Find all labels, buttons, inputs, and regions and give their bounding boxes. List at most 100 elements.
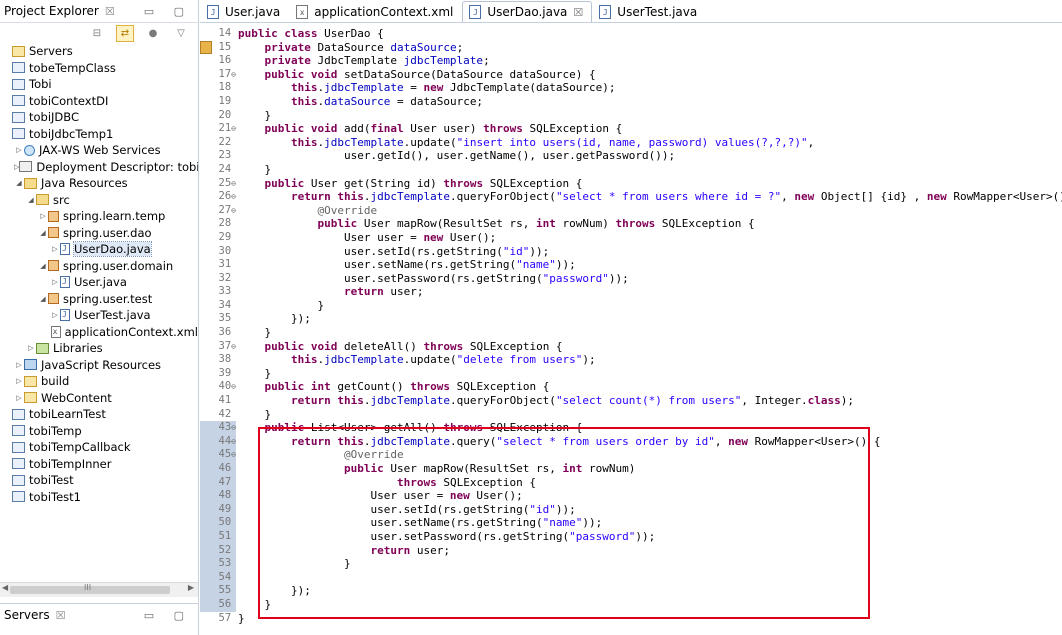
code-line[interactable]: 47 throws SQLException { bbox=[200, 475, 1062, 490]
tree-item[interactable]: ◢ spring.user.test bbox=[0, 291, 198, 308]
fold-toggle-icon[interactable]: ⊖ bbox=[231, 382, 236, 391]
code-line[interactable]: 50 user.setName(rs.getString("name")); bbox=[200, 516, 1062, 530]
tree-item[interactable]: ▷ WebContent bbox=[0, 390, 198, 407]
code-line[interactable]: 39 } bbox=[200, 367, 1062, 381]
code-line[interactable]: 33 return user; bbox=[200, 285, 1062, 299]
tree-item[interactable]: tobiTest bbox=[0, 472, 198, 489]
tree-item[interactable]: ◢ spring.user.domain bbox=[0, 258, 198, 275]
collapsed-arrow-icon[interactable]: ▷ bbox=[14, 361, 24, 369]
focus-icon[interactable]: ● bbox=[144, 25, 162, 42]
code-line[interactable]: 23 user.getId(), user.getName(), user.ge… bbox=[200, 149, 1062, 163]
code-line[interactable]: 51 user.setPassword(rs.getString("passwo… bbox=[200, 529, 1062, 544]
tree-item[interactable]: ▷ UserTest.java bbox=[0, 307, 198, 324]
tree-item[interactable]: ◢ src bbox=[0, 192, 198, 209]
fold-toggle-icon[interactable]: ⊖ bbox=[231, 423, 236, 432]
code-line[interactable]: 20 } bbox=[200, 109, 1062, 123]
code-line[interactable]: 55 }); bbox=[200, 584, 1062, 598]
code-line[interactable]: 45⊖ @Override bbox=[200, 448, 1062, 462]
code-line[interactable]: 25⊖ public User get(String id) throws SQ… bbox=[200, 177, 1062, 191]
close-icon[interactable]: ☒ bbox=[105, 5, 115, 18]
fold-toggle-icon[interactable]: ⊖ bbox=[231, 450, 236, 459]
tree-item[interactable]: Tobi bbox=[0, 76, 198, 93]
scroll-right-icon[interactable]: ▶ bbox=[188, 583, 194, 592]
code-line[interactable]: 22 this.jdbcTemplate.update("insert into… bbox=[200, 136, 1062, 150]
tree-item[interactable]: tobiTempInner bbox=[0, 456, 198, 473]
code-line[interactable]: 37⊖ public void deleteAll() throws SQLEx… bbox=[200, 340, 1062, 354]
tree-item[interactable]: ▷ build bbox=[0, 373, 198, 390]
fold-toggle-icon[interactable]: ⊖ bbox=[231, 124, 236, 133]
tree-item[interactable]: ▷ spring.learn.temp bbox=[0, 208, 198, 225]
editor-tab[interactable]: J UserDao.java ☒ bbox=[462, 1, 593, 22]
editor-tab[interactable]: x applicationContext.xml bbox=[289, 1, 462, 22]
tree-item[interactable]: tobiJdbcTemp1 bbox=[0, 126, 198, 143]
tree-item[interactable]: ▷ JAX-WS Web Services bbox=[0, 142, 198, 159]
tree-item[interactable]: ◢ Java Resources bbox=[0, 175, 198, 192]
code-line[interactable]: 56 } bbox=[200, 597, 1062, 612]
collapsed-arrow-icon[interactable]: ▷ bbox=[14, 146, 24, 154]
code-line[interactable]: 28 public User mapRow(ResultSet rs, int … bbox=[200, 217, 1062, 231]
code-line[interactable]: 53 } bbox=[200, 557, 1062, 571]
code-line[interactable]: 24 } bbox=[200, 163, 1062, 177]
warning-marker-icon[interactable] bbox=[200, 40, 212, 54]
expanded-arrow-icon[interactable]: ◢ bbox=[26, 196, 36, 204]
code-line[interactable]: 21⊖ public void add(final User user) thr… bbox=[200, 122, 1062, 136]
code-line[interactable]: 15 private DataSource dataSource; bbox=[200, 40, 1062, 55]
tree-item[interactable]: ▷ Libraries bbox=[0, 340, 198, 357]
code-line[interactable]: 31 user.setName(rs.getString("name")); bbox=[200, 258, 1062, 272]
minimize-maximize-icon[interactable]: ▭ ▢ bbox=[144, 609, 192, 622]
project-explorer-tab[interactable]: Project Explorer ☒ ▭ ▢ bbox=[0, 0, 198, 23]
collapse-all-icon[interactable]: ⊟ bbox=[88, 25, 106, 42]
tree-item[interactable]: tobiLearnTest bbox=[0, 406, 198, 423]
fold-toggle-icon[interactable]: ⊖ bbox=[231, 206, 236, 215]
tree-item[interactable]: tobiTest1 bbox=[0, 489, 198, 506]
collapsed-arrow-icon[interactable]: ▷ bbox=[38, 212, 48, 220]
code-area[interactable]: 14 public class UserDao {15 private Data… bbox=[200, 27, 1062, 625]
code-line[interactable]: 19 this.dataSource = dataSource; bbox=[200, 95, 1062, 109]
collapsed-arrow-icon[interactable]: ▷ bbox=[14, 377, 24, 385]
code-line[interactable]: 54 bbox=[200, 570, 1062, 585]
tree-item[interactable]: tobiTemp bbox=[0, 423, 198, 440]
collapsed-arrow-icon[interactable]: ▷ bbox=[50, 245, 60, 253]
code-line[interactable]: 57 } bbox=[200, 612, 1062, 626]
code-line[interactable]: 43⊖ public List<User> getAll() throws SQ… bbox=[200, 421, 1062, 435]
code-line[interactable]: 48 User user = new User(); bbox=[200, 489, 1062, 503]
minimize-maximize-icon[interactable]: ▭ ▢ bbox=[144, 5, 192, 18]
close-icon[interactable]: ☒ bbox=[573, 6, 583, 19]
code-line[interactable]: 38 this.jdbcTemplate.update("delete from… bbox=[200, 353, 1062, 367]
code-line[interactable]: 32 user.setPassword(rs.getString("passwo… bbox=[200, 272, 1062, 286]
code-line[interactable]: 46 public User mapRow(ResultSet rs, int … bbox=[200, 462, 1062, 476]
tree-item[interactable]: applicationContext.xml bbox=[0, 324, 198, 341]
code-line[interactable]: 16 private JdbcTemplate jdbcTemplate; bbox=[200, 54, 1062, 68]
scroll-left-icon[interactable]: ◀ bbox=[2, 583, 8, 592]
code-line[interactable]: 35 }); bbox=[200, 312, 1062, 326]
tree-item[interactable]: ▷ User.java bbox=[0, 274, 198, 291]
code-line[interactable]: 41 return this.jdbcTemplate.queryForObje… bbox=[200, 394, 1062, 408]
expanded-arrow-icon[interactable]: ◢ bbox=[38, 262, 48, 270]
expanded-arrow-icon[interactable]: ◢ bbox=[38, 229, 48, 237]
code-line[interactable]: 52 return user; bbox=[200, 543, 1062, 558]
tree-item[interactable]: tobeTempClass bbox=[0, 60, 198, 77]
code-line[interactable]: 40⊖ public int getCount() throws SQLExce… bbox=[200, 380, 1062, 394]
tree-item[interactable]: ▷ UserDao.java bbox=[0, 241, 198, 258]
tree-item[interactable]: ▷ JavaScript Resources bbox=[0, 357, 198, 374]
fold-toggle-icon[interactable]: ⊖ bbox=[231, 70, 236, 79]
tree-item[interactable]: ◢ spring.user.dao bbox=[0, 225, 198, 242]
code-line[interactable]: 17⊖ public void setDataSource(DataSource… bbox=[200, 68, 1062, 82]
fold-toggle-icon[interactable]: ⊖ bbox=[231, 342, 236, 351]
tree-item[interactable]: ▷ Deployment Descriptor: tobiJdt bbox=[0, 159, 198, 176]
code-line[interactable]: 18 this.jdbcTemplate = new JdbcTemplate(… bbox=[200, 81, 1062, 95]
tree-item[interactable]: Servers bbox=[0, 43, 198, 60]
collapsed-arrow-icon[interactable]: ▷ bbox=[26, 344, 36, 352]
code-line[interactable]: 30 user.setId(rs.getString("id")); bbox=[200, 245, 1062, 259]
code-line[interactable]: 36 } bbox=[200, 326, 1062, 340]
expanded-arrow-icon[interactable]: ◢ bbox=[38, 295, 48, 303]
link-editor-icon[interactable]: ⇄ bbox=[116, 24, 134, 42]
fold-toggle-icon[interactable]: ⊖ bbox=[231, 179, 236, 188]
close-icon[interactable]: ☒ bbox=[56, 609, 66, 622]
code-line[interactable]: 44⊖ return this.jdbcTemplate.query("sele… bbox=[200, 434, 1062, 449]
code-line[interactable]: 26⊖ return this.jdbcTemplate.queryForObj… bbox=[200, 190, 1062, 204]
collapsed-arrow-icon[interactable]: ▷ bbox=[50, 278, 60, 286]
code-editor[interactable]: J User.java x applicationContext.xml J UserDa… bbox=[200, 0, 1062, 634]
editor-tab[interactable]: J User.java bbox=[200, 1, 289, 22]
collapsed-arrow-icon[interactable]: ▷ bbox=[14, 394, 24, 402]
